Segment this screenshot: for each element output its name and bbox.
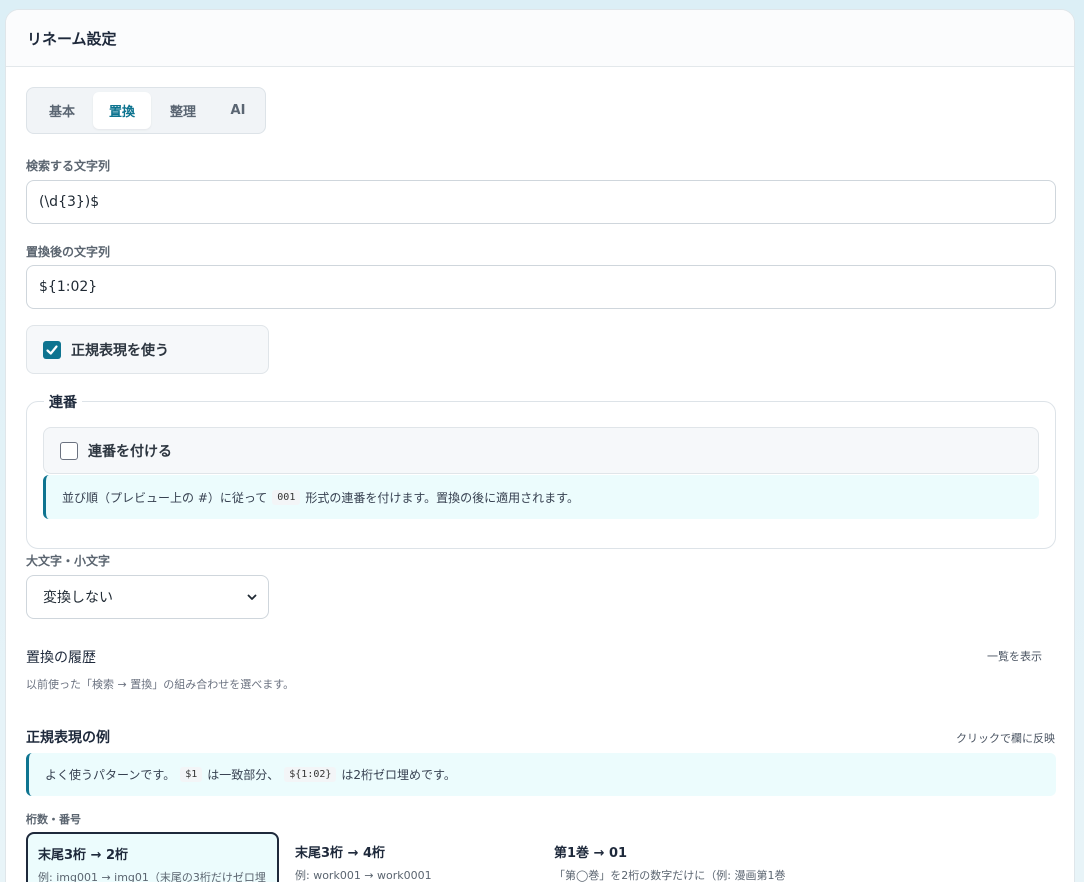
examples-info: よく使うパターンです。 $1 は一致部分、 ${1:02} は2桁ゼロ埋めです。 xyxy=(26,753,1056,796)
examples-hint: クリックで欄に反映 xyxy=(956,732,1055,745)
search-label: 検索する文字列 xyxy=(26,159,111,173)
sequence-info-code: 001 xyxy=(272,489,301,505)
example-card-desc: 「第◯巻」を2桁の数字だけに（例: 漫画第1巻 xyxy=(554,869,786,882)
sequence-info-text-after: 形式の連番を付けます。置換の後に適用されます。 xyxy=(305,490,579,505)
tab-bar: 基本 置換 整理 AI xyxy=(26,87,266,134)
tab-replace[interactable]: 置換 xyxy=(93,92,151,129)
sequence-info-text-before: 並び順（プレビュー上の #）に従って xyxy=(62,490,268,505)
sequence-fieldset: 連番を付ける 並び順（プレビュー上の #）に従って 001 形式の連番を付けます… xyxy=(26,401,1056,549)
regex-checkbox[interactable] xyxy=(43,340,61,359)
sequence-label: 連番を付ける xyxy=(88,443,172,460)
examples-group-label: 桁数・番号 xyxy=(26,813,81,826)
tab-basic[interactable]: 基本 xyxy=(31,92,93,129)
replace-label: 置換後の文字列 xyxy=(26,245,111,259)
rename-settings-panel: リネーム設定 基本 置換 整理 AI 検索する文字列 置換後の文字列 正規表現を… xyxy=(5,9,1075,882)
case-select-value: 変換しない xyxy=(43,590,113,606)
case-label: 大文字・小文字 xyxy=(26,554,111,568)
example-card-title: 第1巻 → 01 xyxy=(554,846,628,861)
chevron-down-icon xyxy=(247,594,257,600)
example-card-desc: 例: work001 → work0001 xyxy=(295,869,432,882)
case-select[interactable]: 変換しない xyxy=(26,575,269,619)
example-card-title: 末尾3桁 → 2桁 xyxy=(38,848,129,863)
example-card-title: 末尾3桁 → 4桁 xyxy=(295,846,386,861)
examples-info-code-2: ${1:02} xyxy=(284,767,337,782)
search-input[interactable] xyxy=(26,180,1056,224)
example-card-volume-to-01[interactable]: 第1巻 → 01 「第◯巻」を2桁の数字だけに（例: 漫画第1巻 xyxy=(544,832,797,882)
checkmark-icon xyxy=(46,344,58,355)
sequence-option[interactable]: 連番を付ける xyxy=(43,427,1039,474)
history-title: 置換の履歴 xyxy=(26,650,96,666)
example-card-desc: 例: img001 → img01（末尾の3桁だけゼロ埋 xyxy=(38,871,266,882)
history-description: 以前使った「検索 → 置換」の組み合わせを選べます。 xyxy=(26,678,295,691)
example-card-trailing3-to-2[interactable]: 末尾3桁 → 2桁 例: img001 → img01（末尾の3桁だけゼロ埋 xyxy=(26,832,279,882)
examples-info-code-1: $1 xyxy=(180,767,203,782)
examples-info-text-after: は2桁ゼロ埋めです。 xyxy=(341,768,456,782)
examples-info-text-middle: は一致部分、 xyxy=(207,768,280,782)
panel-header: リネーム設定 xyxy=(6,10,1074,67)
show-history-list-button[interactable]: 一覧を表示 xyxy=(987,648,1042,664)
sequence-info: 並び順（プレビュー上の #）に従って 001 形式の連番を付けます。置換の後に適… xyxy=(43,475,1039,519)
regex-option[interactable]: 正規表現を使う xyxy=(26,325,269,374)
sequence-legend: 連番 xyxy=(44,392,82,412)
example-card-trailing3-to-4[interactable]: 末尾3桁 → 4桁 例: work001 → work0001 xyxy=(285,832,538,882)
examples-title: 正規表現の例 xyxy=(26,730,110,746)
replace-input[interactable] xyxy=(26,265,1056,309)
sequence-checkbox[interactable] xyxy=(60,441,78,460)
tab-organize[interactable]: 整理 xyxy=(151,92,215,129)
tab-ai[interactable]: AI xyxy=(215,92,261,129)
examples-info-text-before: よく使うパターンです。 xyxy=(45,768,176,782)
panel-title: リネーム設定 xyxy=(27,29,117,48)
regex-label: 正規表現を使う xyxy=(71,342,169,359)
